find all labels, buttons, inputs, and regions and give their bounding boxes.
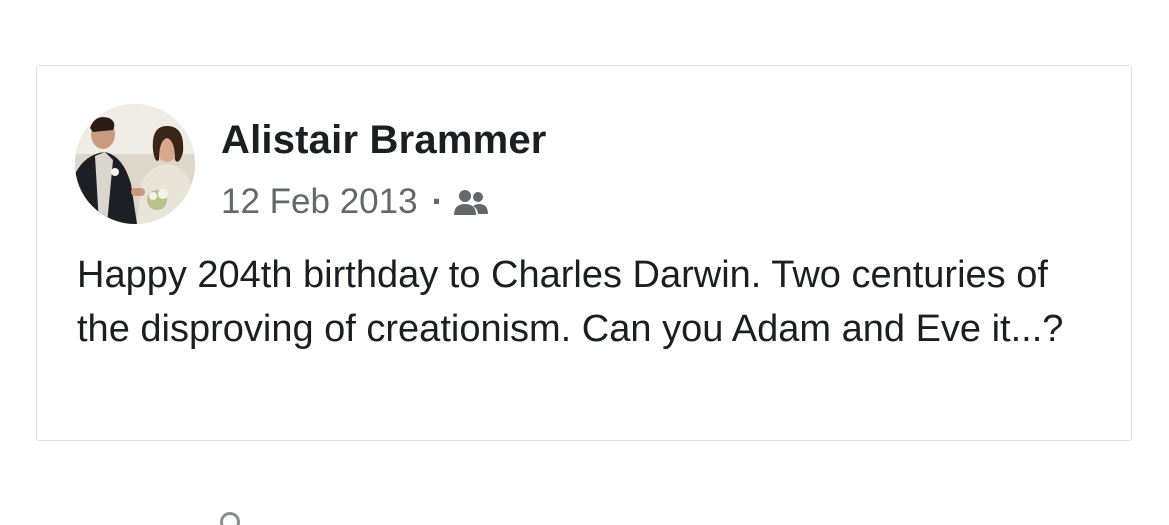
- avatar-photo: [75, 104, 195, 224]
- meta-separator: ·: [431, 182, 444, 221]
- post-meta: 12 Feb 2013 ·: [221, 182, 489, 222]
- friends-icon[interactable]: [453, 187, 489, 217]
- page: Alistair Brammer 12 Feb 2013 · Happy 204…: [0, 0, 1169, 525]
- avatar[interactable]: [75, 104, 195, 224]
- author-name[interactable]: Alistair Brammer: [221, 118, 547, 163]
- partial-icon-bottom: [220, 512, 240, 525]
- post-date[interactable]: 12 Feb 2013: [221, 182, 418, 222]
- post-card: Alistair Brammer 12 Feb 2013 · Happy 204…: [36, 65, 1132, 441]
- post-text: Happy 204th birthday to Charles Darwin. …: [77, 254, 1064, 350]
